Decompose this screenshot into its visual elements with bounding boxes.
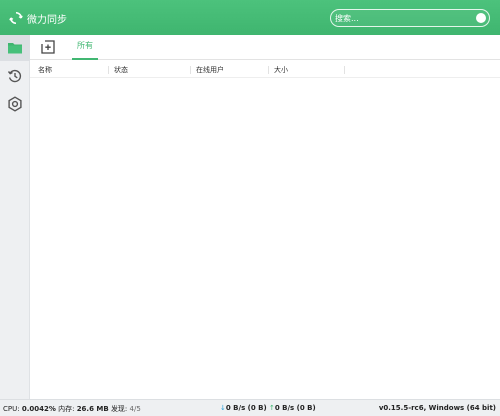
column-header-size[interactable]: 大小 — [274, 65, 288, 75]
toolbar: 所有 — [30, 35, 500, 60]
column-divider[interactable] — [344, 66, 345, 74]
cpu-label: CPU: — [3, 405, 20, 413]
table-header: 名称 状态 在线用户 大小 — [30, 62, 500, 78]
search-clear-icon[interactable] — [476, 13, 486, 23]
add-folder-icon[interactable] — [40, 39, 56, 55]
sidebar-item-settings[interactable] — [0, 91, 30, 117]
column-divider[interactable] — [190, 66, 191, 74]
sidebar-item-folders[interactable] — [0, 35, 30, 61]
settings-icon — [8, 96, 22, 112]
sidebar-item-history[interactable] — [0, 63, 30, 89]
sync-logo-icon — [9, 11, 23, 25]
system-stats: CPU: 0.0042% 内存: 26.6 MB 发现: 4/5 — [3, 404, 141, 414]
history-icon — [7, 69, 22, 83]
memory-label: 内存: — [58, 405, 75, 413]
discovery-label: 发现: — [110, 405, 128, 413]
column-divider[interactable] — [108, 66, 109, 74]
upload-rate: 0 B/s (0 B) — [274, 404, 316, 412]
column-divider[interactable] — [268, 66, 269, 74]
main-panel: 所有 名称 状态 在线用户 大小 — [30, 35, 500, 399]
app-title: 微力同步 — [27, 14, 67, 26]
memory-value: 26.6 MB — [76, 405, 109, 413]
tab-all[interactable]: 所有 — [72, 40, 98, 60]
tab-all-label: 所有 — [77, 41, 93, 50]
tab-active-indicator — [72, 58, 98, 60]
version-text: v0.15.5-rc6, Windows (64 bit) — [378, 404, 496, 412]
search-box[interactable] — [330, 9, 490, 27]
discovery-value[interactable]: 4/5 — [130, 405, 141, 413]
status-bar: CPU: 0.0042% 内存: 26.6 MB 发现: 4/5 ↓0 B/s … — [0, 399, 500, 416]
search-input[interactable] — [335, 11, 461, 25]
transfer-stats: ↓0 B/s (0 B) ↑0 B/s (0 B) — [220, 404, 316, 412]
app-brand: 微力同步 — [9, 10, 67, 26]
version-info: v0.15.5-rc6, Windows (64 bit) — [379, 404, 496, 412]
column-header-online-users[interactable]: 在线用户 — [196, 65, 224, 75]
download-rate: 0 B/s (0 B) — [225, 404, 267, 412]
sidebar — [0, 35, 30, 399]
cpu-value: 0.0042% — [21, 405, 56, 413]
folder-icon — [8, 43, 22, 54]
column-header-status[interactable]: 状态 — [114, 65, 128, 75]
title-bar: 微力同步 — [0, 0, 500, 35]
column-header-name[interactable]: 名称 — [38, 65, 52, 75]
